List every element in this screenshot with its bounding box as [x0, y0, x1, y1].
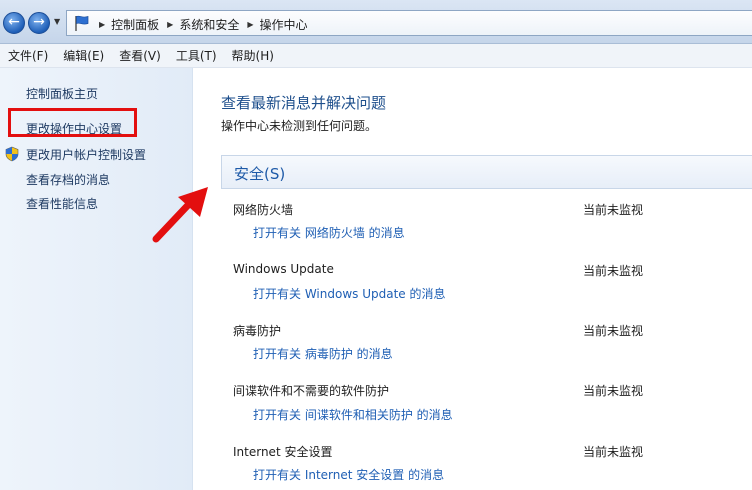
row-status-internet-security: 当前未监视 [583, 445, 644, 459]
security-section-header[interactable]: 安全(S) [221, 155, 752, 189]
address-box[interactable]: ▶ 控制面板 ▶ 系统和安全 ▶ 操作中心 [66, 10, 752, 36]
main-content: 查看最新消息并解决问题 操作中心未检测到任何问题。 安全(S) 网络防火墙 当前… [194, 68, 752, 490]
sidebar-item-view-archived-messages[interactable]: 查看存档的消息 [26, 171, 110, 188]
menu-help[interactable]: 帮助(H) [232, 47, 274, 64]
row-link-spyware-protection[interactable]: 打开有关 间谍软件和相关防护 的消息 [253, 406, 453, 423]
address-bar: ← → ▼ ▶ 控制面板 ▶ 系统和安全 ▶ 操作中心 [0, 0, 752, 44]
row-link-windows-update[interactable]: 打开有关 Windows Update 的消息 [253, 285, 445, 302]
row-name-windows-update: Windows Update [233, 262, 334, 276]
menu-view[interactable]: 查看(V) [119, 47, 161, 64]
row-status-spyware-protection: 当前未监视 [583, 384, 644, 398]
recent-pages-dropdown-icon[interactable]: ▼ [54, 17, 60, 26]
breadcrumb-separator-icon[interactable]: ▶ [167, 20, 173, 29]
row-link-firewall[interactable]: 打开有关 网络防火墙 的消息 [253, 224, 405, 241]
row-status-firewall: 当前未监视 [583, 203, 644, 217]
security-section-title: 安全(S) [234, 165, 286, 183]
breadcrumb-item-control-panel[interactable]: 控制面板 [111, 16, 159, 33]
back-arrow-icon[interactable]: ← [3, 12, 25, 34]
flag-icon [75, 15, 89, 31]
sidebar-item-view-performance-info[interactable]: 查看性能信息 [26, 195, 98, 212]
sidebar-item-control-panel-home[interactable]: 控制面板主页 [26, 85, 98, 102]
row-status-virus-protection: 当前未监视 [583, 324, 644, 338]
page-title: 查看最新消息并解决问题 [221, 94, 387, 112]
breadcrumb-separator-icon[interactable]: ▶ [247, 20, 253, 29]
uac-shield-icon [5, 146, 19, 162]
forward-arrow-icon[interactable]: → [28, 12, 50, 34]
menu-file[interactable]: 文件(F) [8, 47, 48, 64]
menu-edit[interactable]: 编辑(E) [63, 47, 104, 64]
row-name-firewall: 网络防火墙 [233, 203, 294, 217]
row-link-virus-protection[interactable]: 打开有关 病毒防护 的消息 [253, 345, 393, 362]
breadcrumb-item-system-security[interactable]: 系统和安全 [179, 16, 239, 33]
menu-bar: 文件(F) 编辑(E) 查看(V) 工具(T) 帮助(H) [0, 44, 752, 68]
breadcrumb-item-action-center[interactable]: 操作中心 [260, 16, 308, 33]
menu-tools[interactable]: 工具(T) [176, 47, 217, 64]
row-name-internet-security: Internet 安全设置 [233, 445, 333, 459]
row-link-internet-security[interactable]: 打开有关 Internet 安全设置 的消息 [253, 466, 444, 483]
breadcrumb: ▶ 控制面板 ▶ 系统和安全 ▶ 操作中心 [95, 16, 308, 33]
row-status-windows-update: 当前未监视 [583, 264, 644, 278]
annotation-arrow-icon [152, 187, 208, 243]
row-name-virus-protection: 病毒防护 [233, 324, 282, 338]
row-name-spyware-protection: 间谍软件和不需要的软件防护 [233, 384, 390, 398]
breadcrumb-separator-icon[interactable]: ▶ [99, 20, 105, 29]
highlight-box [8, 108, 137, 137]
page-subtitle: 操作中心未检测到任何问题。 [221, 119, 378, 133]
sidebar-item-change-uac-settings[interactable]: 更改用户帐户控制设置 [26, 146, 146, 163]
